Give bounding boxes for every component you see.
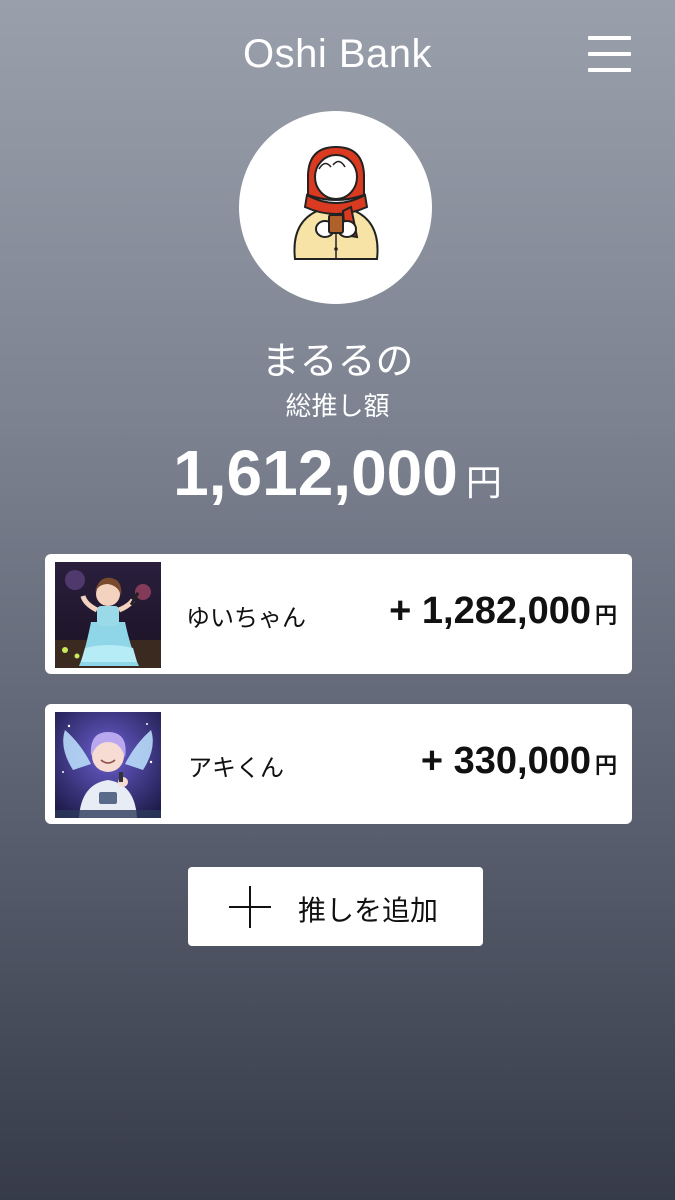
- add-oshi-button[interactable]: 推しを追加: [188, 867, 483, 946]
- oshi-amount-row: + 1,282,000 円: [389, 590, 617, 633]
- menu-line: [588, 68, 631, 72]
- oshi-thumbnail: [55, 562, 161, 668]
- oshi-currency: 円: [594, 604, 617, 629]
- app-title: Oshi Bank: [242, 32, 433, 76]
- astronaut-character-art: [55, 712, 161, 818]
- total-amount: 1,612,000: [173, 437, 458, 509]
- total-amount-row: 1,612,000 円: [0, 436, 675, 510]
- menu-line: [588, 52, 631, 56]
- oshi-currency: 円: [594, 754, 617, 779]
- oshi-amount: + 1,282,000: [389, 590, 591, 632]
- oshi-thumbnail: [55, 712, 161, 818]
- add-oshi-label: 推しを追加: [298, 894, 439, 927]
- oshi-name: ゆいちゃん: [186, 604, 306, 632]
- oshi-amount: + 330,000: [420, 740, 591, 782]
- oshi-name: アキくん: [188, 754, 284, 782]
- oshi-card[interactable]: ゆいちゃん + 1,282,000 円: [45, 554, 632, 674]
- user-name: まるるの: [261, 339, 414, 383]
- idol-performer-photo: [55, 562, 161, 668]
- total-currency: 円: [465, 463, 502, 504]
- girl-with-red-scarf-illustration: [293, 145, 379, 260]
- oshi-amount-row: + 330,000 円: [421, 740, 617, 783]
- hamburger-menu-icon[interactable]: [588, 36, 631, 72]
- menu-line: [588, 36, 631, 40]
- plus-icon: [229, 886, 271, 928]
- profile-avatar[interactable]: [239, 111, 432, 304]
- total-label: 総推し額: [285, 392, 390, 422]
- oshi-card[interactable]: アキくん + 330,000 円: [45, 704, 632, 824]
